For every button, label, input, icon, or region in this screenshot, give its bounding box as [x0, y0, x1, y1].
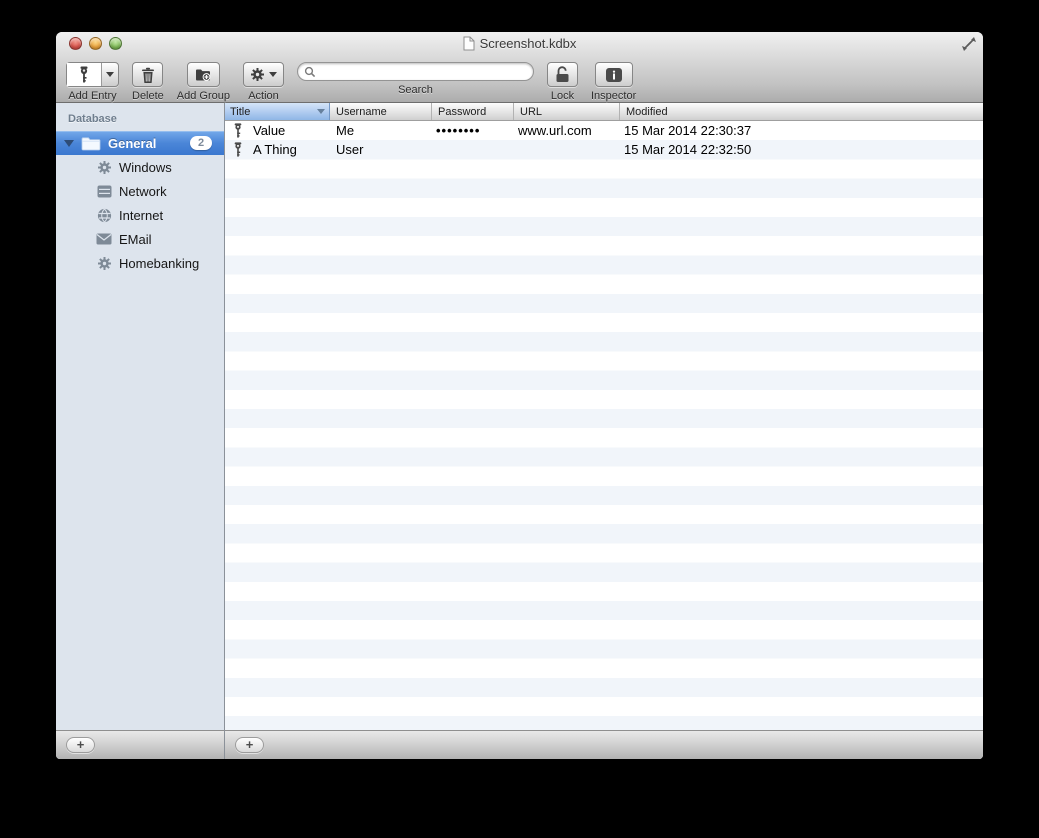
sidebar-section-header: Database — [68, 113, 117, 125]
delete-button[interactable] — [132, 62, 164, 87]
entry-title: Value — [253, 123, 286, 139]
sidebar-item-homebanking[interactable]: Homebanking — [56, 251, 224, 275]
inspector-button[interactable] — [594, 62, 633, 87]
entry-url: www.url.com — [518, 123, 592, 139]
server-icon — [96, 183, 112, 199]
sidebar-item-windows[interactable]: Windows — [56, 155, 224, 179]
traffic-lights — [69, 37, 122, 50]
column-header-modified[interactable]: Modified — [619, 103, 983, 120]
add-entry-plus-button[interactable]: + — [235, 737, 264, 753]
search-input[interactable] — [316, 64, 527, 79]
folder-icon — [81, 136, 101, 151]
column-header-url[interactable]: URL — [513, 103, 619, 120]
zoom-button[interactable] — [109, 37, 122, 50]
window-title: Screenshot.kdbx — [479, 36, 577, 51]
lock-button[interactable] — [547, 62, 578, 87]
delete-label: Delete — [132, 90, 164, 102]
sidebar-item-email[interactable]: EMail — [56, 227, 224, 251]
gear-icon — [96, 255, 112, 271]
lock-label: Lock — [550, 90, 575, 102]
disclosure-triangle-icon[interactable] — [64, 139, 74, 147]
main-bottom-bar: + — [225, 730, 983, 759]
sidebar-item-label: Network — [119, 183, 167, 199]
sidebar: Database General 2 Windows Network Inter… — [56, 103, 225, 759]
document-icon — [463, 36, 475, 51]
chevron-down-icon — [106, 72, 114, 77]
add-group-item: Add Group — [177, 62, 230, 102]
entry-modified: 15 Mar 2014 22:32:50 — [624, 142, 752, 158]
inspector-item: Inspector — [591, 62, 636, 102]
key-icon — [233, 123, 243, 138]
minimize-button[interactable] — [89, 37, 102, 50]
sidebar-item-label: Homebanking — [119, 255, 200, 271]
action-button[interactable] — [243, 62, 284, 87]
info-icon — [605, 67, 623, 83]
table-header: Title Username Password URL Modified — [225, 103, 983, 121]
search-icon — [304, 66, 316, 78]
app-window: Screenshot.kdbx Add Entry Delete Add Gro… — [56, 32, 983, 759]
entry-username: Me — [336, 123, 355, 139]
sort-descending-icon — [317, 109, 325, 114]
add-group-button[interactable] — [186, 62, 220, 87]
globe-icon — [96, 207, 112, 223]
action-label: Action — [248, 90, 279, 102]
titlebar[interactable]: Screenshot.kdbx — [56, 32, 983, 55]
unlock-icon — [554, 66, 572, 83]
search-item: Search — [297, 62, 534, 96]
folder-plus-icon — [195, 68, 212, 82]
sidebar-item-label: Internet — [119, 207, 164, 223]
add-entry-label: Add Entry — [68, 90, 117, 102]
close-button[interactable] — [69, 37, 82, 50]
gear-icon — [96, 159, 112, 175]
inspector-label: Inspector — [591, 90, 637, 102]
add-entry-item: Add Entry — [66, 62, 119, 102]
window-chrome: Screenshot.kdbx Add Entry Delete Add Gro… — [56, 32, 983, 103]
fullscreen-icon[interactable] — [961, 36, 977, 52]
table-row[interactable]: A Thing User 15 Mar 2014 22:32:50 — [225, 140, 983, 159]
entry-list[interactable]: Value Me •••••••• www.url.com 15 Mar 201… — [225, 121, 983, 730]
chevron-down-icon — [269, 72, 277, 77]
sidebar-item-label: Windows — [119, 159, 172, 175]
add-group-label: Add Group — [176, 90, 230, 102]
table-row[interactable]: Value Me •••••••• www.url.com 15 Mar 201… — [225, 121, 983, 140]
sidebar-item-internet[interactable]: Internet — [56, 203, 224, 227]
add-group-plus-button[interactable]: + — [66, 737, 95, 753]
envelope-icon — [96, 231, 112, 247]
toolbar: Add Entry Delete Add Group Action Search… — [56, 55, 983, 102]
column-header-title[interactable]: Title — [225, 103, 330, 120]
action-item: Action — [243, 62, 284, 102]
add-entry-button[interactable] — [66, 62, 119, 87]
sidebar-bottom-bar: + — [56, 730, 224, 759]
key-icon — [78, 66, 90, 83]
sidebar-item-general[interactable]: General 2 — [56, 131, 224, 155]
entry-title: A Thing — [253, 142, 297, 158]
gear-icon — [250, 67, 265, 82]
entry-password: •••••••• — [436, 123, 481, 139]
key-icon — [233, 142, 243, 157]
column-header-password[interactable]: Password — [431, 103, 513, 120]
entry-list-pane: Title Username Password URL Modified Val… — [225, 103, 983, 759]
entry-username: User — [336, 142, 364, 158]
trash-icon — [141, 67, 155, 83]
sidebar-item-label: General — [108, 135, 157, 151]
delete-item: Delete — [132, 62, 164, 102]
search-label: Search — [398, 84, 433, 96]
column-header-username[interactable]: Username — [330, 103, 431, 120]
sidebar-item-label: EMail — [119, 231, 152, 247]
sidebar-item-network[interactable]: Network — [56, 179, 224, 203]
entry-modified: 15 Mar 2014 22:30:37 — [624, 123, 752, 139]
entry-count-badge: 2 — [190, 136, 212, 150]
lock-item: Lock — [547, 62, 578, 102]
search-field[interactable] — [297, 62, 534, 81]
